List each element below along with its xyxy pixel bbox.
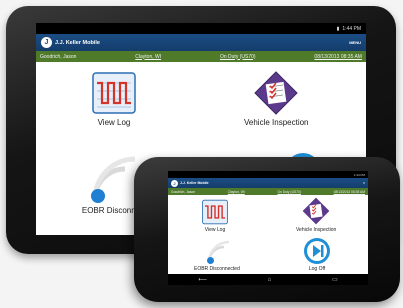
status-time: 1:44 PM [342, 25, 361, 32]
eobr-disconnected-icon [206, 240, 230, 264]
phone-status-bar: 1:44 PM [168, 171, 368, 178]
phone-eobr-disconnected-label: EOBR Disconnected [194, 266, 240, 272]
battery-icon: ▮ [336, 25, 340, 32]
vehicle-inspection-tile[interactable]: Vehicle Inspection [244, 71, 309, 127]
phone-menu-button[interactable]: ≡ [363, 181, 365, 185]
view-log-icon [202, 199, 228, 225]
view-log-icon [92, 72, 136, 114]
app-bar: J J.J. Keller Mobile MENU [36, 34, 366, 51]
vehicle-inspection-icon [254, 71, 298, 115]
view-log-label: View Log [97, 118, 131, 127]
menu-button[interactable]: MENU [349, 40, 361, 45]
phone-vehicle-inspection-tile[interactable]: Vehicle Inspection [296, 197, 336, 233]
phone-location-link[interactable]: Clayton, WI [228, 190, 245, 194]
driver-info-bar: Goodrich, Jason Clayton, WI On Duty (US7… [36, 51, 366, 62]
phone-device: 1:44 PM J J.J. Keller Mobile ≡ Goodrich,… [134, 157, 400, 302]
phone-app-logo-icon[interactable]: J [171, 179, 178, 187]
phone-datetime-link[interactable]: 08/13/2013 08:35 AM [334, 190, 365, 194]
recent-apps-icon[interactable]: ▭ [332, 276, 338, 283]
phone-log-off-tile[interactable]: Log Off [303, 237, 331, 272]
phone-eobr-disconnected-tile[interactable]: EOBR Disconnected [194, 239, 240, 272]
vehicle-inspection-label: Vehicle Inspection [244, 118, 309, 127]
duty-status-link[interactable]: On Duty (US70) [220, 54, 256, 60]
app-logo-icon[interactable]: J [41, 37, 52, 48]
back-icon[interactable]: ⟵ [198, 276, 207, 283]
phone-vehicle-inspection-label: Vehicle Inspection [296, 227, 337, 233]
android-nav-bar: ⟵ ⌂ ▭ [168, 274, 368, 285]
log-off-icon [304, 238, 330, 264]
eobr-disconnected-tile[interactable]: EOBR Disconne [81, 155, 141, 215]
phone-screen: 1:44 PM J J.J. Keller Mobile ≡ Goodrich,… [168, 171, 368, 285]
phone-status-time: 1:44 PM [353, 172, 365, 177]
home-icon[interactable]: ⌂ [268, 277, 272, 283]
phone-driver-name: Goodrich, Jason [171, 189, 196, 194]
eobr-disconnected-icon [91, 156, 136, 203]
phone-app-title: J.J. Keller Mobile [180, 181, 209, 185]
driver-name: Goodrich, Jason [40, 53, 77, 60]
datetime-link[interactable]: 08/13/2013 08:35 AM [314, 54, 362, 60]
phone-view-log-label: View Log [204, 227, 226, 233]
app-title: J.J. Keller Mobile [55, 39, 100, 46]
eobr-disconnected-label: EOBR Disconne [81, 206, 141, 215]
tablet-status-bar: ▮ 1:44 PM [36, 23, 366, 34]
phone-driver-info-bar: Goodrich, Jason Clayton, WI On Duty (US7… [168, 188, 368, 195]
phone-view-log-tile[interactable]: View Log [201, 199, 229, 233]
location-link[interactable]: Clayton, WI [135, 54, 161, 60]
phone-log-off-label: Log Off [308, 266, 326, 272]
view-log-tile[interactable]: View Log [91, 71, 137, 127]
vehicle-inspection-icon [302, 197, 330, 225]
phone-duty-status-link[interactable]: On Duty (US70) [277, 190, 300, 194]
phone-app-bar: J J.J. Keller Mobile ≡ [168, 178, 368, 188]
